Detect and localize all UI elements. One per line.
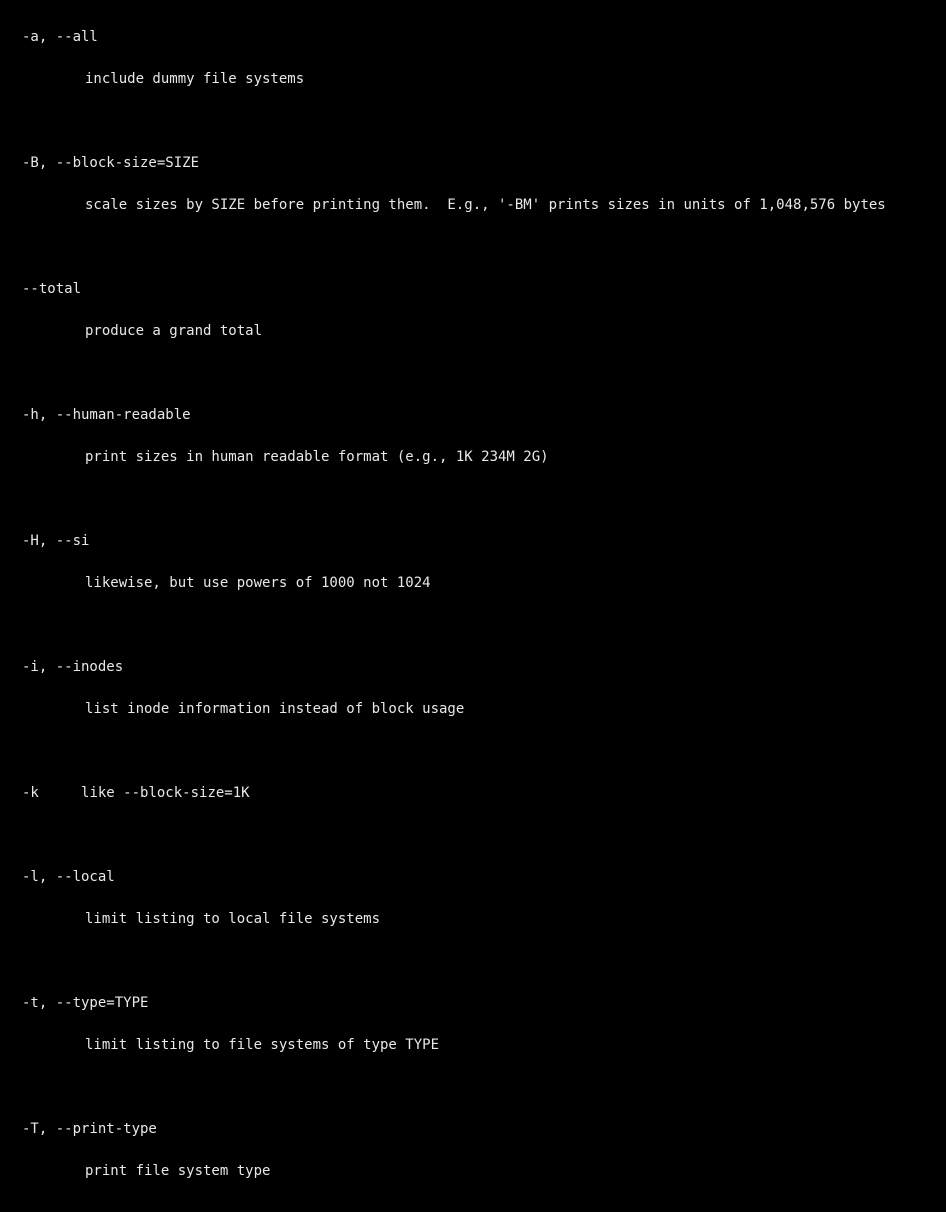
option-a-desc: include dummy file systems <box>22 69 946 90</box>
blank <box>22 111 946 132</box>
blank <box>22 489 946 510</box>
option-h-desc: print sizes in human readable format (e.… <box>22 447 946 468</box>
man-page-content[interactable]: -a, --all include dummy file systems -B,… <box>0 0 946 1212</box>
option-a-flag: -a, --all <box>22 27 946 48</box>
option-l-flag: -l, --local <box>22 867 946 888</box>
option-T-flag: -T, --print-type <box>22 1119 946 1140</box>
option-T-desc: print file system type <box>22 1161 946 1182</box>
option-total-flag: --total <box>22 279 946 300</box>
option-H-flag: -H, --si <box>22 531 946 552</box>
blank <box>22 1077 946 1098</box>
blank <box>22 615 946 636</box>
blank <box>22 741 946 762</box>
option-l-desc: limit listing to local file systems <box>22 909 946 930</box>
option-H-desc: likewise, but use powers of 1000 not 102… <box>22 573 946 594</box>
option-t-desc: limit listing to file systems of type TY… <box>22 1035 946 1056</box>
option-i-flag: -i, --inodes <box>22 657 946 678</box>
blank <box>22 951 946 972</box>
option-k-desc: like --block-size=1K <box>81 785 250 801</box>
blank <box>22 363 946 384</box>
option-k-line: -k like --block-size=1K <box>22 783 946 804</box>
blank <box>22 1203 946 1212</box>
option-k-flag: -k <box>22 785 39 801</box>
option-total-desc: produce a grand total <box>22 321 946 342</box>
option-B-desc: scale sizes by SIZE before printing them… <box>22 195 946 216</box>
option-t-flag: -t, --type=TYPE <box>22 993 946 1014</box>
option-h-flag: -h, --human-readable <box>22 405 946 426</box>
option-B-flag: -B, --block-size=SIZE <box>22 153 946 174</box>
blank <box>22 237 946 258</box>
blank <box>22 825 946 846</box>
option-i-desc: list inode information instead of block … <box>22 699 946 720</box>
